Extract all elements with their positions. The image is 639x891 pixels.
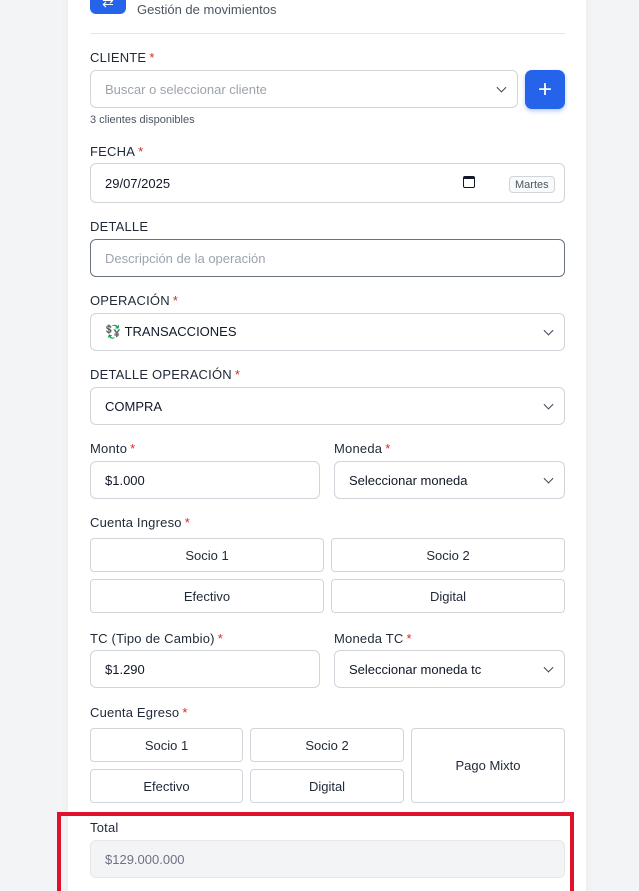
monto-label: Monto * bbox=[90, 441, 136, 456]
egreso-digital-button[interactable]: Digital bbox=[250, 769, 404, 803]
ingreso-socio2-button[interactable]: Socio 2 bbox=[331, 538, 565, 572]
cliente-label: CLIENTE * bbox=[90, 50, 155, 65]
ingreso-socio1-button[interactable]: Socio 1 bbox=[90, 538, 324, 572]
chevron-down-icon bbox=[543, 399, 554, 410]
ingreso-efectivo-button[interactable]: Efectivo bbox=[90, 579, 324, 613]
add-client-button[interactable]: + bbox=[525, 70, 565, 109]
fecha-label: FECHA * bbox=[90, 144, 144, 159]
fecha-input[interactable]: 29/07/2025 bbox=[90, 163, 565, 203]
tc-value: $1.290 bbox=[105, 661, 145, 677]
egreso-socio2-button[interactable]: Socio 2 bbox=[250, 728, 404, 762]
detalle-input[interactable]: Descripción de la operación bbox=[90, 239, 565, 277]
cliente-select[interactable]: Buscar o seleccionar cliente bbox=[90, 70, 518, 108]
total-label: Total bbox=[90, 820, 119, 835]
monto-input[interactable]: $1.000 bbox=[90, 461, 320, 499]
cuenta-ingreso-label: Cuenta Ingreso * bbox=[90, 515, 190, 530]
detalle-label: DETALLE bbox=[90, 219, 149, 234]
egreso-socio1-button[interactable]: Socio 1 bbox=[90, 728, 243, 762]
moneda-tc-value: Seleccionar moneda tc bbox=[349, 661, 482, 677]
clientes-hint: 3 clientes disponibles bbox=[90, 114, 195, 126]
operacion-value: 💱 TRANSACCIONES bbox=[105, 324, 237, 339]
fecha-value: 29/07/2025 bbox=[105, 175, 171, 191]
total-field: $129.000.000 bbox=[90, 840, 565, 878]
moneda-label: Moneda * bbox=[334, 441, 391, 456]
detalle-operacion-value: COMPRA bbox=[105, 398, 163, 414]
divider bbox=[90, 33, 565, 34]
ingreso-digital-button[interactable]: Digital bbox=[331, 579, 565, 613]
day-badge: Martes bbox=[509, 176, 555, 193]
chevron-down-icon bbox=[543, 473, 554, 484]
detalle-operacion-select[interactable]: COMPRA bbox=[90, 387, 565, 425]
tc-input[interactable]: $1.290 bbox=[90, 650, 320, 688]
egreso-efectivo-button[interactable]: Efectivo bbox=[90, 769, 243, 803]
exchange-icon: ⇄ bbox=[90, 0, 126, 14]
moneda-tc-select[interactable]: Seleccionar moneda tc bbox=[334, 650, 565, 688]
header-subtitle: Gestión de movimientos bbox=[137, 2, 277, 17]
cliente-placeholder: Buscar o seleccionar cliente bbox=[105, 81, 267, 97]
calendar-icon[interactable] bbox=[463, 176, 475, 188]
tc-label: TC (Tipo de Cambio) * bbox=[90, 631, 223, 646]
monto-value: $1.000 bbox=[105, 472, 145, 488]
chevron-down-icon bbox=[543, 662, 554, 673]
detalle-operacion-label: DETALLE OPERACIÓN * bbox=[90, 367, 241, 382]
egreso-pago-mixto-button[interactable]: Pago Mixto bbox=[411, 728, 565, 803]
operacion-label: OPERACIÓN * bbox=[90, 293, 179, 308]
total-value: $129.000.000 bbox=[105, 851, 185, 867]
plus-icon: + bbox=[537, 75, 552, 103]
moneda-tc-label: Moneda TC * bbox=[334, 631, 412, 646]
detalle-placeholder: Descripción de la operación bbox=[105, 250, 266, 266]
operacion-select[interactable]: 💱 TRANSACCIONES bbox=[90, 313, 565, 351]
moneda-value: Seleccionar moneda bbox=[349, 472, 468, 488]
chevron-down-icon bbox=[496, 82, 507, 93]
moneda-select[interactable]: Seleccionar moneda bbox=[334, 461, 565, 499]
cuenta-egreso-label: Cuenta Egreso * bbox=[90, 705, 188, 720]
chevron-down-icon bbox=[543, 325, 554, 336]
